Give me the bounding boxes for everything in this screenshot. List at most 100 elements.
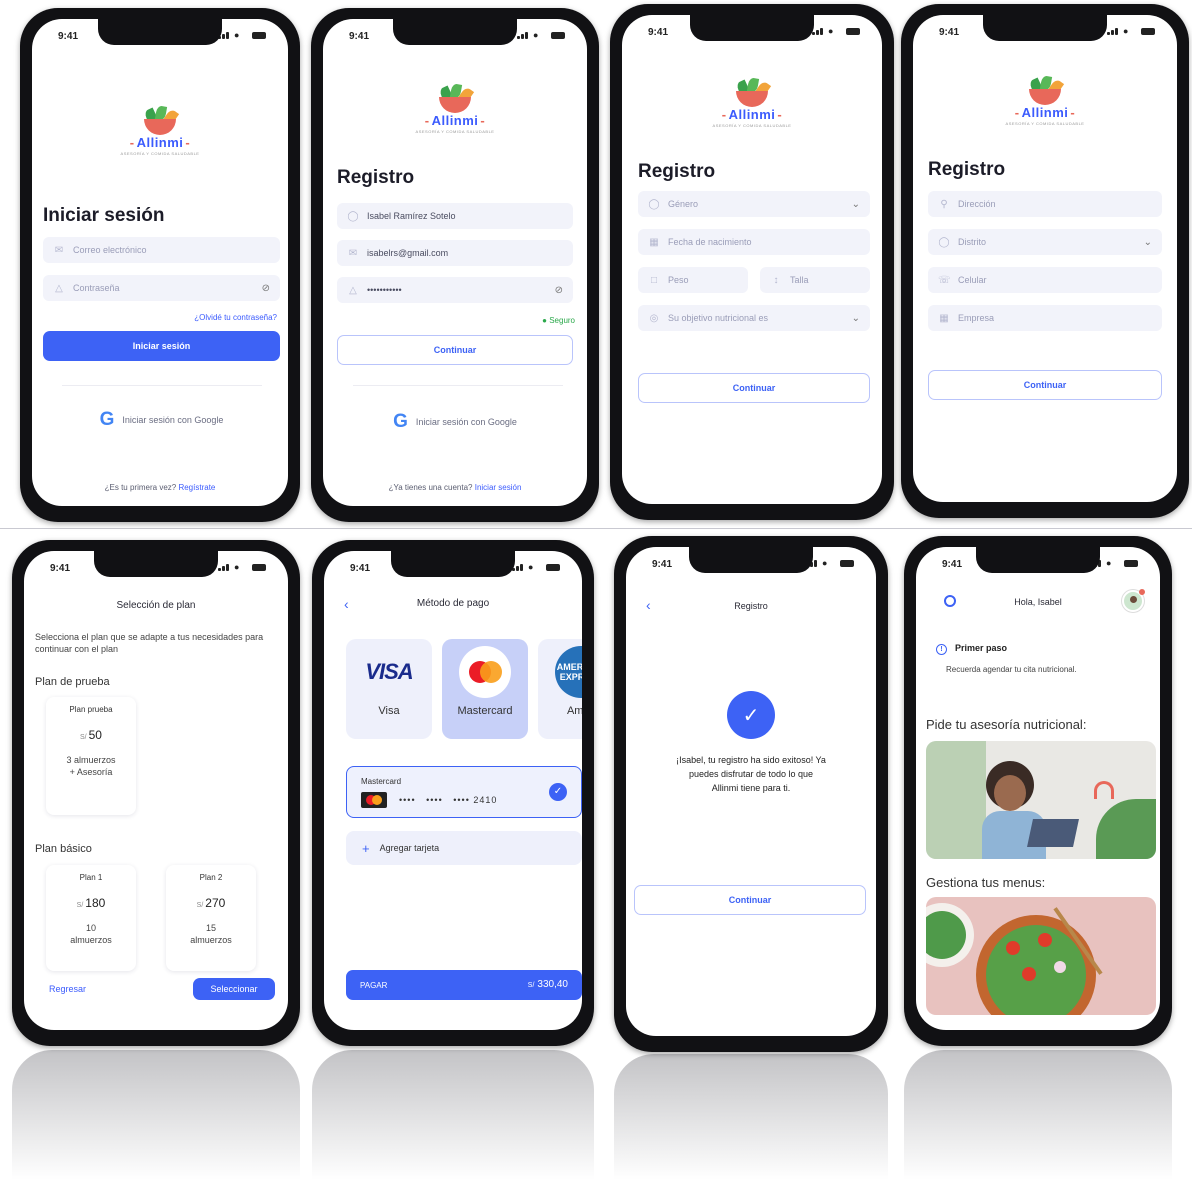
battery-icon bbox=[252, 564, 266, 571]
plan-card-2[interactable]: Plan 2 S/270 15 almuerzos bbox=[166, 865, 256, 971]
separator bbox=[353, 385, 563, 386]
battery-icon bbox=[840, 560, 854, 567]
wifi-icon: ● bbox=[828, 26, 834, 36]
email-field[interactable]: ✉ Correo electrónico bbox=[43, 237, 280, 263]
pay-button[interactable]: PAGAR S/330,40 bbox=[346, 970, 582, 1000]
district-select[interactable]: ◯ Distrito ⌄ bbox=[928, 229, 1162, 255]
phone-field[interactable]: ☏ Celular bbox=[928, 267, 1162, 293]
brand-logo: Allinmi ASESORÍA Y COMIDA SALUDABLE bbox=[323, 83, 587, 134]
phone-register-3: 9:41 ● Allinmi ASESORÍA Y COMIDA SALUDAB… bbox=[901, 4, 1189, 518]
user-icon: ◯ bbox=[347, 210, 359, 222]
brand-logo: Allinmi ASESORÍA Y COMIDA SALUDABLE bbox=[622, 77, 882, 128]
height-field[interactable]: ↕ Talla bbox=[760, 267, 870, 293]
amex-logo: AMERICAN EXPRESS bbox=[555, 646, 582, 698]
card-chip-icon bbox=[361, 792, 387, 808]
continue-button[interactable]: Continuar bbox=[638, 373, 870, 403]
bowl-icon bbox=[140, 105, 180, 135]
status-time: 9:41 bbox=[942, 559, 963, 570]
address-field[interactable]: ⚲ Dirección bbox=[928, 191, 1162, 217]
eye-off-icon[interactable]: ⊘ bbox=[262, 283, 270, 294]
weight-field[interactable]: □ Peso bbox=[638, 267, 748, 293]
goal-select[interactable]: ◎ Su objetivo nutricional es ⌄ bbox=[638, 305, 870, 331]
trial-section-label: Plan de prueba bbox=[35, 676, 110, 688]
google-login-button[interactable]: G Iniciar sesión con Google bbox=[337, 407, 573, 437]
section-menu-title: Gestiona tus menus: bbox=[926, 875, 1046, 890]
add-card-button[interactable]: + Agregar tarjeta bbox=[346, 831, 582, 865]
status-time: 9:41 bbox=[50, 563, 71, 574]
visa-logo: VISA bbox=[365, 659, 413, 684]
wifi-icon: ● bbox=[1123, 26, 1129, 36]
screen-register-success: 9:41 ● ‹ Registro ✓ ¡Isabel, tu registro… bbox=[626, 547, 876, 1036]
user-icon: ◯ bbox=[648, 198, 660, 210]
battery-icon bbox=[846, 28, 860, 35]
card-brand: Mastercard bbox=[361, 777, 402, 786]
status-time: 9:41 bbox=[58, 31, 79, 42]
brand-name: Allinmi bbox=[32, 135, 288, 150]
phone-reflection bbox=[904, 1050, 1172, 1180]
building-icon: ▦ bbox=[939, 312, 949, 324]
wifi-icon: ● bbox=[234, 30, 240, 40]
status-time: 9:41 bbox=[648, 27, 669, 38]
login-link[interactable]: Iniciar sesión bbox=[475, 483, 522, 492]
birthdate-field[interactable]: ▦ Fecha de nacimiento bbox=[638, 229, 870, 255]
phone-reflection bbox=[12, 1050, 300, 1180]
payment-method-mastercard[interactable]: Mastercard bbox=[442, 639, 528, 739]
status-icons: ● bbox=[218, 30, 266, 40]
bowl-icon bbox=[1025, 75, 1065, 105]
screen-plan-selection: 9:41 ● Selección de plan Selecciona el p… bbox=[24, 551, 288, 1030]
forgot-password-link[interactable]: ¿Olvidé tu contraseña? bbox=[194, 313, 277, 322]
continue-button[interactable]: Continuar bbox=[928, 370, 1162, 400]
login-button[interactable]: Iniciar sesión bbox=[43, 331, 280, 361]
company-field[interactable]: ▦ Empresa bbox=[928, 305, 1162, 331]
pin-icon: ⚲ bbox=[940, 198, 948, 210]
continue-button[interactable]: Continuar bbox=[337, 335, 573, 365]
consult-image[interactable] bbox=[926, 741, 1156, 859]
lock-icon: △ bbox=[55, 282, 63, 294]
name-field[interactable]: ◯ Isabel Ramírez Sotelo bbox=[337, 203, 573, 229]
avatar[interactable] bbox=[1122, 589, 1145, 612]
select-plan-button[interactable]: Seleccionar bbox=[193, 978, 275, 1000]
screen-payment: 9:41 ● ‹ Método de pago VISA Visa Master… bbox=[324, 551, 582, 1030]
register-title: Registro bbox=[337, 167, 415, 188]
screen-register-2: 9:41 ● Allinmi ASESORÍA Y COMIDA SALUDAB… bbox=[622, 15, 882, 504]
calendar-icon: ▦ bbox=[649, 236, 659, 248]
google-login-button[interactable]: G Iniciar sesión con Google bbox=[43, 405, 280, 435]
password-field[interactable]: △ ••••••••••• ⊘ bbox=[337, 277, 573, 303]
menu-image[interactable] bbox=[926, 897, 1156, 1015]
login-title: Iniciar sesión bbox=[43, 205, 165, 226]
plan-card-trial[interactable]: Plan prueba S/50 3 almuerzos + Asesoría bbox=[46, 697, 136, 815]
battery-icon bbox=[546, 564, 560, 571]
page-title: Método de pago bbox=[416, 598, 490, 609]
payment-method-visa[interactable]: VISA Visa bbox=[346, 639, 432, 739]
status-time: 9:41 bbox=[350, 563, 371, 574]
eye-off-icon[interactable]: ⊘ bbox=[555, 285, 563, 296]
google-icon: G bbox=[393, 411, 408, 432]
status-time: 9:41 bbox=[652, 559, 673, 570]
brand-tagline: ASESORÍA Y COMIDA SALUDABLE bbox=[712, 123, 792, 128]
status-time: 9:41 bbox=[349, 31, 370, 42]
login-prompt: ¿Ya tienes una cuenta? Iniciar sesión bbox=[388, 483, 522, 492]
gender-select[interactable]: ◯ Género ⌄ bbox=[638, 191, 870, 217]
continue-button[interactable]: Continuar bbox=[634, 885, 866, 915]
phone-reflection bbox=[312, 1050, 594, 1180]
email-field[interactable]: ✉ isabelrs@gmail.com bbox=[337, 240, 573, 266]
selected-card[interactable]: Mastercard •••• •••• •••• 2410 ✓ bbox=[346, 766, 582, 818]
page-title: Selección de plan bbox=[116, 600, 196, 611]
phone-plan-selection: 9:41 ● Selección de plan Selecciona el p… bbox=[12, 540, 300, 1046]
back-link[interactable]: Regresar bbox=[49, 984, 86, 994]
first-step-card[interactable]: ! Primer paso Recuerda agendar tu cita nu… bbox=[936, 643, 1136, 689]
payment-method-amex[interactable]: AMERICAN EXPRESS Amex bbox=[538, 639, 582, 739]
brand-logo: Allinmi ASESORÍA Y COMIDA SALUDABLE bbox=[32, 105, 288, 156]
mail-icon: ✉ bbox=[54, 244, 64, 256]
notch bbox=[689, 547, 813, 573]
plan-card-1[interactable]: Plan 1 S/180 10 almuerzos bbox=[46, 865, 136, 971]
battery-icon bbox=[1141, 28, 1155, 35]
password-field[interactable]: △ Contraseña ⊘ bbox=[43, 275, 280, 301]
info-icon: ! bbox=[936, 644, 947, 655]
chevron-down-icon: ⌄ bbox=[851, 312, 860, 324]
screen-register-3: 9:41 ● Allinmi ASESORÍA Y COMIDA SALUDAB… bbox=[913, 15, 1177, 502]
brand-tagline: ASESORÍA Y COMIDA SALUDABLE bbox=[1005, 121, 1085, 126]
battery-icon bbox=[551, 32, 565, 39]
register-link[interactable]: Regístrate bbox=[178, 483, 215, 492]
notch bbox=[690, 15, 814, 41]
